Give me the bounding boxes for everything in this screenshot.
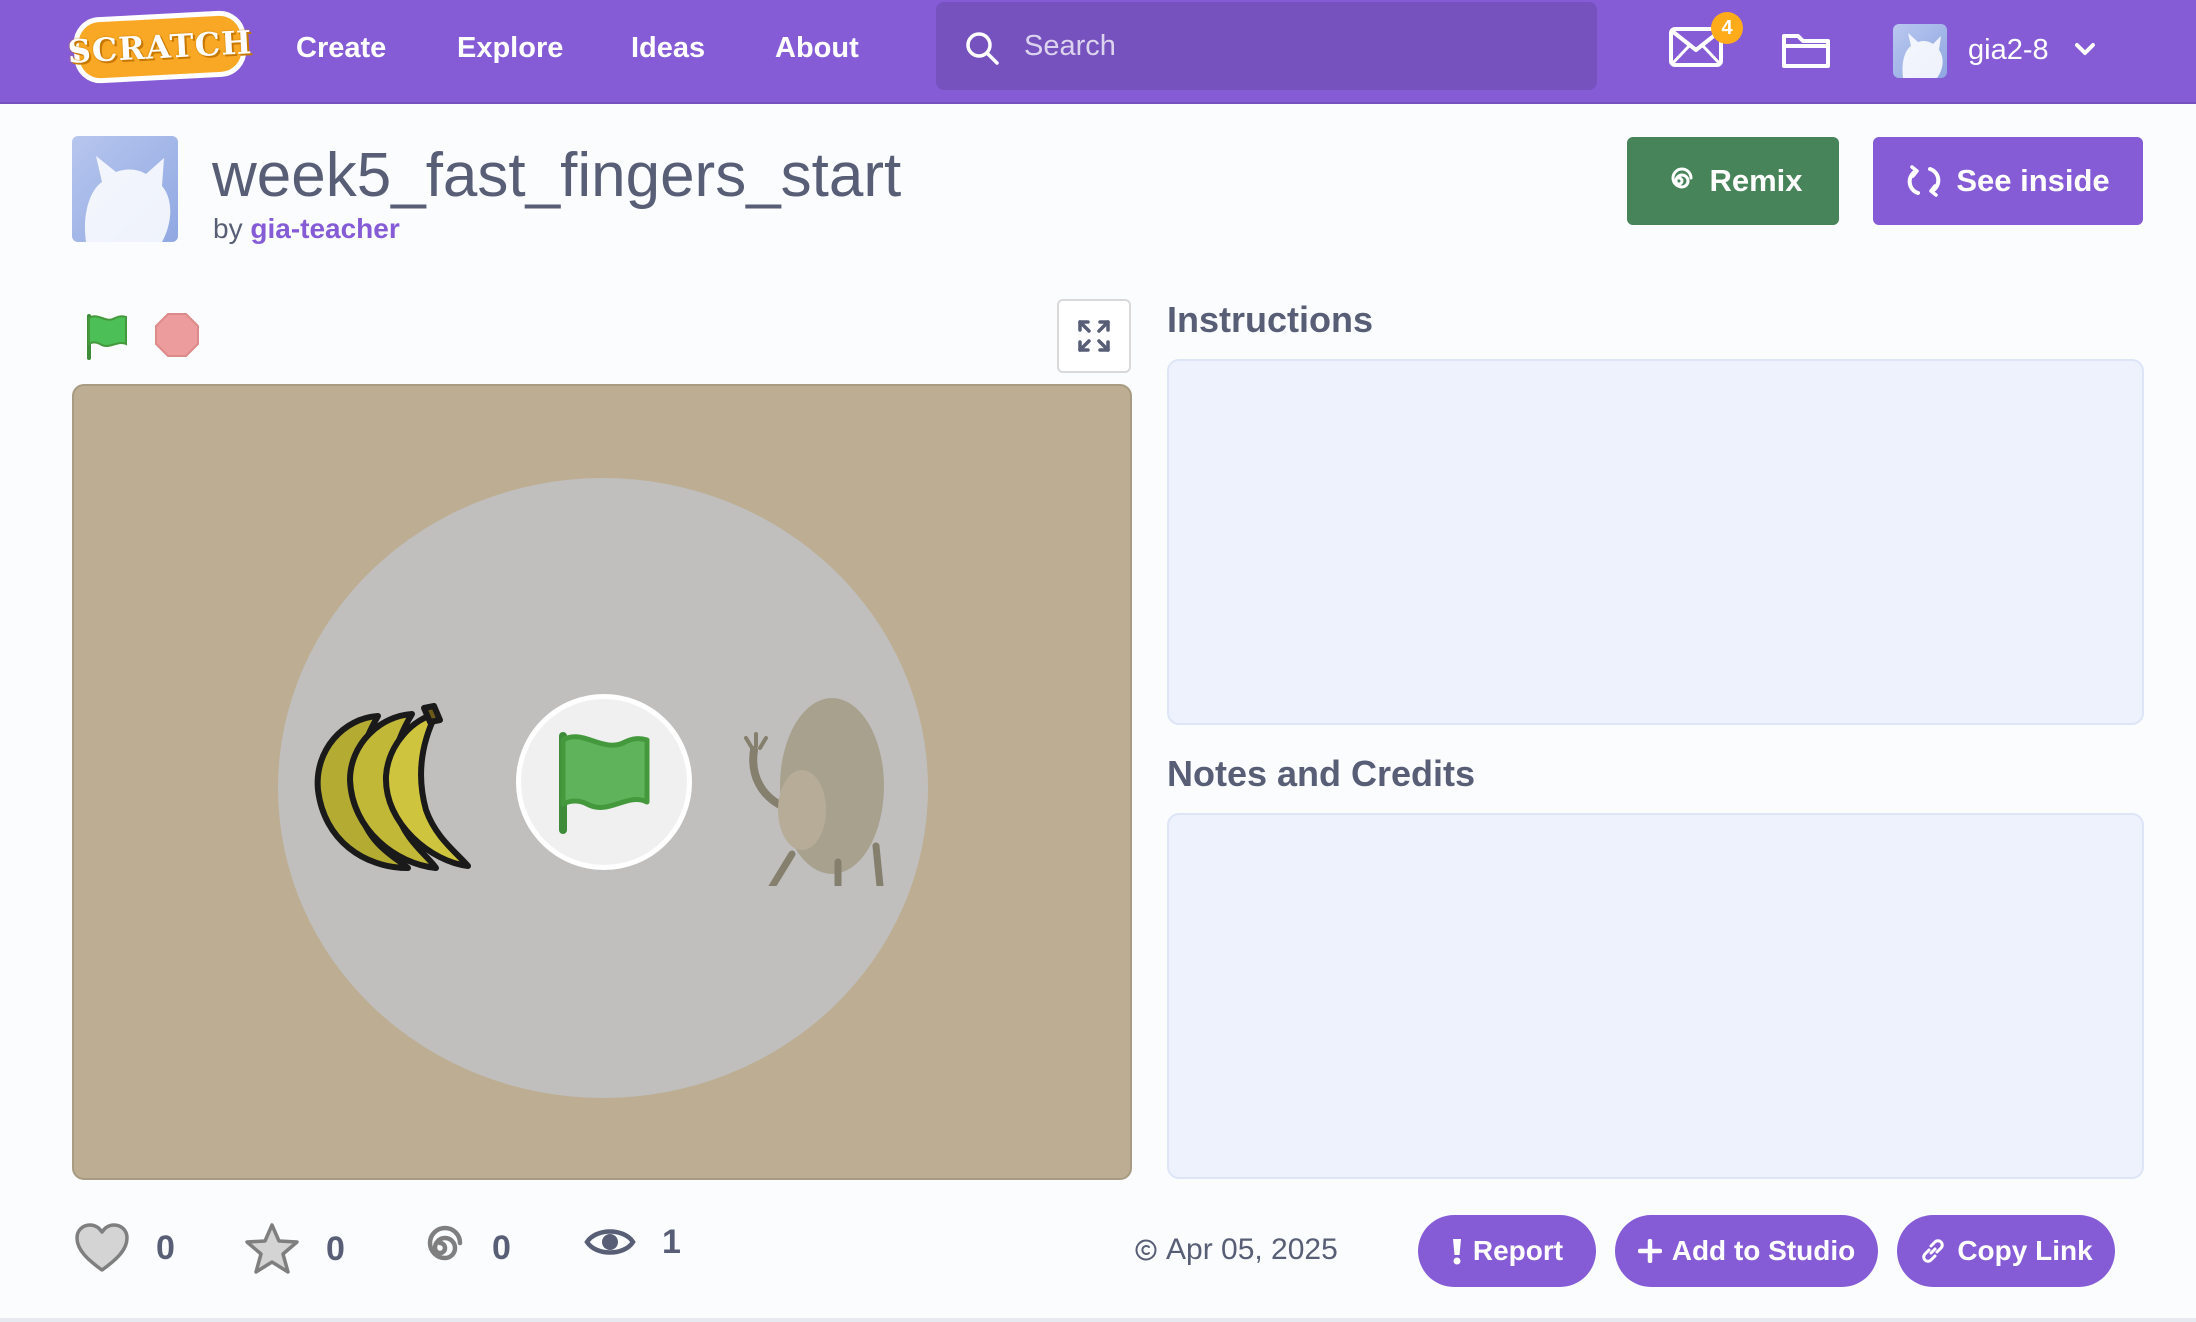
logo-text: SCRATCH (66, 23, 254, 71)
nav-explore-link[interactable]: Explore (457, 28, 563, 68)
nav-create-link[interactable]: Create (296, 28, 386, 68)
link-icon (1922, 1239, 1945, 1263)
bananas-sprite (314, 703, 471, 871)
report-label: Report (1472, 1235, 1564, 1266)
messages-count-badge: 4 (1711, 12, 1743, 44)
copy-link-button[interactable]: Copy Link (1897, 1215, 2115, 1287)
project-stage[interactable] (72, 384, 1132, 1180)
eye-icon (584, 1229, 636, 1255)
remix-icon (427, 1225, 463, 1261)
copyright-icon (1135, 1239, 1157, 1261)
chevron-down-icon[interactable] (2072, 36, 2098, 62)
search-bar[interactable] (936, 2, 1597, 90)
user-avatar[interactable] (1893, 24, 1947, 78)
stop-sign-icon[interactable] (154, 312, 200, 358)
share-date: Apr 05, 2025 (1134, 1232, 1338, 1268)
instructions-title: Instructions (1167, 299, 1374, 340)
share-date-text: Apr 05, 2025 (1166, 1233, 1338, 1266)
project-title: week5_fast_fingers_start (212, 141, 902, 210)
remix-icon (1672, 167, 1693, 189)
nav-ideas-link[interactable]: Ideas (631, 28, 705, 68)
green-flag-icon[interactable] (84, 312, 130, 360)
my-stuff-folder-icon[interactable] (1780, 26, 1832, 70)
notes-credits-title: Notes and Credits (1167, 753, 1476, 794)
copy-link-label: Copy Link (1957, 1235, 2093, 1266)
author-link[interactable]: gia-teacher (250, 213, 399, 244)
see-inside-button[interactable]: See inside (1873, 137, 2143, 225)
loves-stat[interactable]: 0 (74, 1222, 175, 1274)
notes-credits-box[interactable] (1167, 813, 2144, 1179)
username-label[interactable]: gia2-8 (1968, 30, 2049, 70)
views-stat: 1 (584, 1222, 681, 1262)
favorites-count: 0 (326, 1230, 345, 1268)
add-to-studio-button[interactable]: Add to Studio (1615, 1215, 1878, 1287)
plus-icon (1637, 1239, 1662, 1263)
search-input[interactable] (1024, 26, 1564, 66)
by-label: by (213, 213, 243, 244)
views-count: 1 (662, 1223, 681, 1261)
sloth-sprite (744, 698, 884, 886)
instructions-box[interactable] (1167, 359, 2144, 725)
add-to-studio-label: Add to Studio (1671, 1235, 1856, 1266)
loves-count: 0 (156, 1229, 175, 1267)
favorites-stat[interactable]: 0 (244, 1222, 345, 1276)
project-byline: by gia-teacher (213, 212, 400, 246)
fullscreen-icon (1078, 320, 1110, 352)
remixes-stat: 0 (414, 1222, 511, 1274)
nav-about-link[interactable]: About (775, 28, 859, 68)
page-bottom-divider (0, 1318, 2196, 1322)
remix-label: Remix (1709, 163, 1803, 198)
see-inside-icon (1908, 165, 1941, 197)
project-author-avatar[interactable] (72, 136, 178, 242)
green-flag-icon (559, 732, 650, 834)
report-button[interactable]: Report (1418, 1215, 1596, 1287)
star-icon (245, 1223, 299, 1274)
scratch-logo[interactable]: SCRATCH (67, 9, 253, 85)
remix-button[interactable]: Remix (1627, 137, 1839, 225)
heart-icon (75, 1223, 129, 1272)
remixes-count: 0 (492, 1229, 511, 1267)
fullscreen-button[interactable] (1057, 299, 1131, 373)
see-inside-label: See inside (1956, 163, 2110, 198)
play-overlay-button[interactable] (516, 694, 692, 870)
exclamation-icon (1452, 1239, 1461, 1265)
search-icon (966, 32, 999, 65)
top-nav: SCRATCH Create Explore Ideas About 4 gia… (0, 0, 2196, 104)
